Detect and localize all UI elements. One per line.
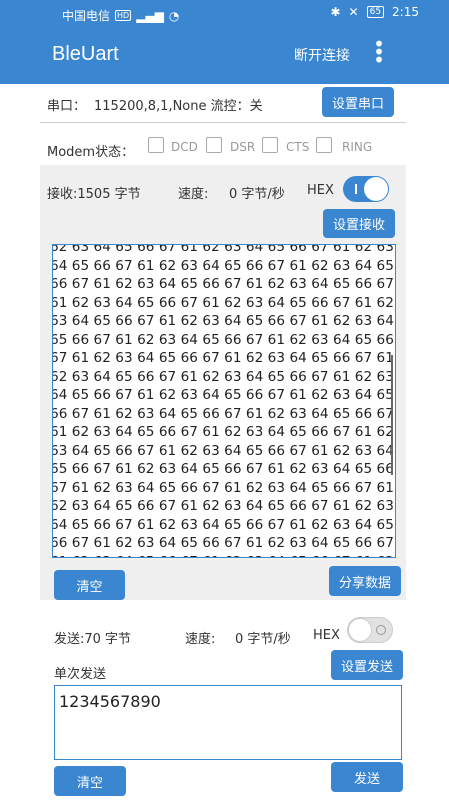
cts-checkbox[interactable] bbox=[262, 137, 278, 153]
receive-speed-label: 速度: bbox=[178, 187, 209, 202]
serial-settings-button[interactable]: 设置串口 bbox=[322, 87, 394, 117]
send-mode-label: 单次发送 bbox=[54, 667, 107, 682]
receive-hex-label: HEX bbox=[307, 183, 334, 198]
clock: 2:15 bbox=[392, 5, 419, 19]
dsr-label: DSR bbox=[230, 140, 256, 154]
dcd-checkbox[interactable] bbox=[148, 137, 164, 153]
send-count: 发送:70 字节 bbox=[54, 632, 132, 647]
mute-icon: ✕ bbox=[348, 5, 359, 19]
send-clear-button[interactable]: 清空 bbox=[54, 766, 126, 796]
receive-clear-button[interactable]: 清空 bbox=[54, 570, 125, 600]
app-title: BleUart bbox=[52, 43, 119, 65]
wifi-icon: ◔ bbox=[168, 8, 180, 23]
ring-label: RING bbox=[342, 140, 373, 154]
ring-checkbox[interactable] bbox=[316, 137, 332, 153]
send-input[interactable]: 1234567890 bbox=[54, 685, 402, 760]
cts-label: CTS bbox=[286, 140, 310, 154]
send-settings-button[interactable]: 设置发送 bbox=[331, 650, 403, 680]
battery-icon: 65 bbox=[366, 6, 385, 18]
send-speed-value: 0 字节/秒 bbox=[235, 632, 291, 647]
send-hex-toggle[interactable] bbox=[347, 617, 393, 643]
overflow-menu-icon[interactable]: • • • bbox=[373, 34, 385, 70]
serial-value: 115200,8,1,None 流控：关 bbox=[94, 99, 263, 114]
receive-count: 接收:1505 字节 bbox=[47, 187, 141, 202]
hd-badge: HD bbox=[115, 10, 132, 21]
signal-icon: ▂▄▆ bbox=[136, 8, 164, 23]
status-bar: 中国电信 HD ▂▄▆ ◔ ✱ ✕ 65 2:15 bbox=[0, 0, 449, 28]
receive-hex-toggle[interactable] bbox=[343, 176, 389, 202]
bluetooth-icon: ✱ bbox=[330, 5, 341, 19]
disconnect-button[interactable]: 断开连接 bbox=[294, 45, 350, 65]
dsr-checkbox[interactable] bbox=[206, 137, 222, 153]
modem-label: Modem状态： bbox=[47, 145, 135, 160]
divider bbox=[40, 122, 406, 123]
serial-label: 串口： bbox=[47, 99, 87, 114]
dcd-label: DCD bbox=[171, 140, 198, 154]
share-data-button[interactable]: 分享数据 bbox=[329, 566, 401, 596]
receive-settings-button[interactable]: 设置接收 bbox=[323, 209, 395, 238]
carrier-label: 中国电信 bbox=[62, 9, 111, 23]
scrollbar[interactable] bbox=[391, 355, 393, 475]
send-button[interactable]: 发送 bbox=[331, 762, 403, 792]
app-bar: BleUart 断开连接 • • • bbox=[0, 28, 449, 84]
send-input-value: 1234567890 bbox=[59, 692, 161, 711]
receive-text: 62 63 64 65 66 67 61 62 63 64 65 66 67 6… bbox=[53, 244, 394, 557]
receive-speed-value: 0 字节/秒 bbox=[229, 187, 285, 202]
send-hex-label: HEX bbox=[313, 628, 340, 643]
send-speed-label: 速度: bbox=[185, 632, 216, 647]
receive-textarea[interactable]: 62 63 64 65 66 67 61 62 63 64 65 66 67 6… bbox=[52, 244, 396, 558]
